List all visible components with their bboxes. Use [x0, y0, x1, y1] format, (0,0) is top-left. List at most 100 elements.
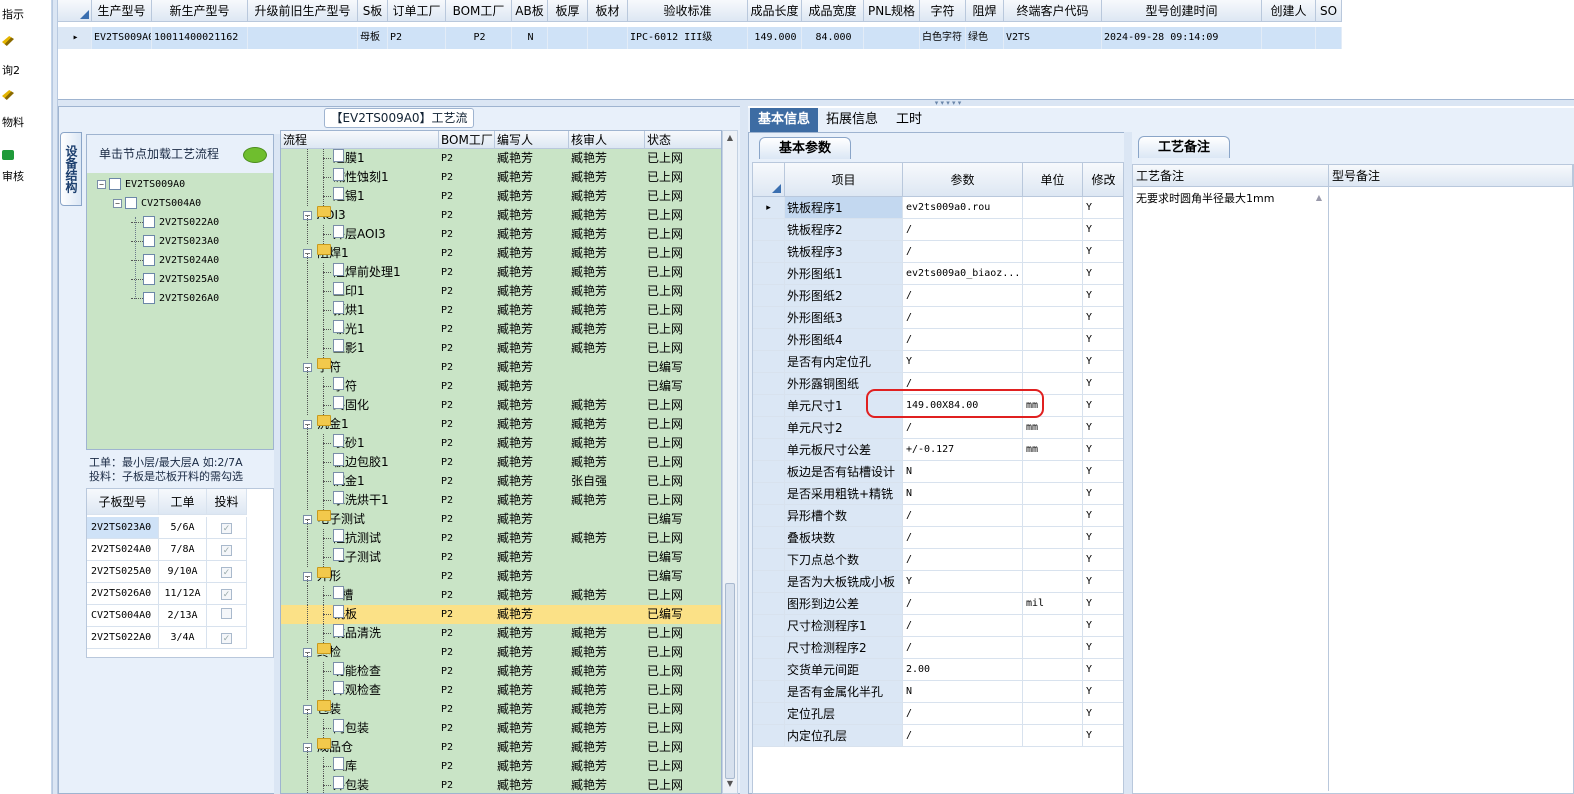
- step-name-cell[interactable]: 外形: [317, 567, 341, 586]
- reviewer[interactable]: 臧艳芳: [571, 776, 607, 793]
- table-cell[interactable]: [1316, 27, 1342, 49]
- param-modify[interactable]: Y: [1083, 659, 1123, 681]
- param-unit[interactable]: [1023, 725, 1083, 747]
- bom-factory[interactable]: P2: [441, 244, 453, 263]
- row-indicator[interactable]: [753, 549, 785, 571]
- param-row[interactable]: 铣板程序3/ Y: [753, 241, 1123, 263]
- row-indicator[interactable]: [753, 395, 785, 417]
- scroll-thumb[interactable]: [725, 583, 735, 779]
- param-modify[interactable]: Y: [1083, 725, 1123, 747]
- param-item[interactable]: 铣板程序2: [785, 219, 903, 241]
- tab-process-notes[interactable]: 工艺备注: [1138, 136, 1230, 158]
- column-header[interactable]: 编写人: [495, 131, 569, 148]
- writer[interactable]: 臧艳芳: [497, 624, 533, 643]
- right-splitter[interactable]: [740, 106, 748, 794]
- param-value[interactable]: N: [903, 461, 1023, 483]
- tree-node[interactable]: 2V2TS024A0: [131, 253, 219, 269]
- toolbar-item-query[interactable]: 询2: [0, 36, 52, 77]
- param-item[interactable]: 内定位孔层: [785, 725, 903, 747]
- work-order[interactable]: 3/4A: [159, 627, 207, 649]
- param-row[interactable]: 铣板程序2/ Y: [753, 219, 1123, 241]
- param-value[interactable]: /: [903, 725, 1023, 747]
- bom-factory[interactable]: P2: [441, 301, 453, 320]
- reviewer[interactable]: 张自强: [571, 472, 607, 491]
- reviewer[interactable]: 臧艳芳: [571, 301, 607, 320]
- column-header[interactable]: 板材: [588, 0, 628, 22]
- param-item[interactable]: 是否有内定位孔: [785, 351, 903, 373]
- bom-factory[interactable]: P2: [441, 662, 453, 681]
- param-unit[interactable]: [1023, 483, 1083, 505]
- reviewer[interactable]: 臧艳芳: [571, 681, 607, 700]
- feed-checkbox-cell[interactable]: ✓: [207, 583, 247, 605]
- node-checkbox[interactable]: [125, 197, 137, 209]
- table-cell[interactable]: 母板: [358, 27, 388, 49]
- param-row[interactable]: 外形图纸2/ Y: [753, 285, 1123, 307]
- sub-board-model[interactable]: 2V2TS026A0: [87, 583, 159, 605]
- feed-checkbox-cell[interactable]: ✓: [207, 539, 247, 561]
- flow-step-row[interactable]: 水洗烘干1 P2 臧艳芳 臧艳芳 已上网: [281, 491, 721, 510]
- param-unit[interactable]: [1023, 263, 1083, 285]
- flow-step-row[interactable]: 预烘1 P2 臧艳芳 臧艳芳 已上网: [281, 301, 721, 320]
- work-order[interactable]: 11/12A: [159, 583, 207, 605]
- step-name-cell[interactable]: 阻焊1: [317, 244, 349, 263]
- flow-step-row[interactable]: 显影1 P2 臧艳芳 臧艳芳 已上网: [281, 339, 721, 358]
- flow-step-row[interactable]: 成品清洗 P2 臧艳芳 臧艳芳 已上网: [281, 624, 721, 643]
- table-cell[interactable]: 149.000: [748, 27, 802, 49]
- bom-factory[interactable]: P2: [441, 605, 453, 624]
- column-header[interactable]: 子板型号: [87, 489, 159, 515]
- node-checkbox[interactable]: [109, 178, 121, 190]
- bom-factory[interactable]: P2: [441, 358, 453, 377]
- param-unit[interactable]: [1023, 659, 1083, 681]
- reviewer[interactable]: 臧艳芳: [571, 396, 607, 415]
- tab-basic-info[interactable]: 基本信息: [750, 108, 819, 132]
- status[interactable]: 已上网: [647, 472, 683, 491]
- bom-factory[interactable]: P2: [441, 282, 453, 301]
- param-modify[interactable]: Y: [1083, 285, 1123, 307]
- flow-step-row[interactable]: 外观检查 P2 臧艳芳 臧艳芳 已上网: [281, 681, 721, 700]
- row-indicator[interactable]: [753, 703, 785, 725]
- model-note-cell[interactable]: [1329, 187, 1573, 791]
- bom-factory[interactable]: P2: [441, 586, 453, 605]
- feed-checkbox-cell[interactable]: ✓: [207, 627, 247, 649]
- reviewer[interactable]: 臧艳芳: [571, 187, 607, 206]
- writer[interactable]: 臧艳芳: [497, 320, 533, 339]
- grid-corner[interactable]: [58, 0, 92, 22]
- param-row[interactable]: 单元板尺寸公差 +/-0.127 mm Y: [753, 439, 1123, 461]
- param-row[interactable]: 外形图纸3/ Y: [753, 307, 1123, 329]
- table-cell[interactable]: EV2TS009A0: [92, 27, 152, 49]
- flow-scrollbar[interactable]: ▲ ▼: [722, 130, 738, 794]
- param-item[interactable]: 铣板程序1: [785, 197, 903, 219]
- param-value[interactable]: 2.00: [903, 659, 1023, 681]
- flow-step-row[interactable]: 字符 P2 臧艳芳 已编写: [281, 377, 721, 396]
- param-unit[interactable]: [1023, 351, 1083, 373]
- param-modify[interactable]: Y: [1083, 527, 1123, 549]
- param-value[interactable]: /: [903, 219, 1023, 241]
- column-header[interactable]: 单位: [1023, 163, 1083, 197]
- row-indicator[interactable]: [753, 571, 785, 593]
- step-name-cell[interactable]: 水洗烘干1: [333, 491, 389, 510]
- writer[interactable]: 臧艳芳: [497, 244, 533, 263]
- status[interactable]: 已上网: [647, 206, 683, 225]
- bom-factory[interactable]: P2: [441, 225, 453, 244]
- reviewer[interactable]: 臧艳芳: [571, 738, 607, 757]
- writer[interactable]: 臧艳芳: [497, 757, 533, 776]
- param-unit[interactable]: [1023, 461, 1083, 483]
- param-modify[interactable]: Y: [1083, 351, 1123, 373]
- param-value[interactable]: N: [903, 483, 1023, 505]
- param-row[interactable]: 交货单元间距 2.00 Y: [753, 659, 1123, 681]
- param-unit[interactable]: [1023, 615, 1083, 637]
- step-name-cell[interactable]: 阻焊前处理1: [333, 263, 401, 282]
- reviewer[interactable]: 臧艳芳: [571, 149, 607, 168]
- param-modify[interactable]: Y: [1083, 571, 1123, 593]
- bom-factory[interactable]: P2: [441, 738, 453, 757]
- param-modify[interactable]: Y: [1083, 483, 1123, 505]
- step-name-cell[interactable]: 成品清洗: [333, 624, 381, 643]
- reviewer[interactable]: 臧艳芳: [571, 719, 607, 738]
- flow-step-row[interactable]: 曝光1 P2 臧艳芳 臧艳芳 已上网: [281, 320, 721, 339]
- column-header[interactable]: 成品长度: [748, 0, 802, 22]
- param-modify[interactable]: Y: [1083, 615, 1123, 637]
- writer[interactable]: 臧艳芳: [497, 301, 533, 320]
- status[interactable]: 已上网: [647, 282, 683, 301]
- writer[interactable]: 臧艳芳: [497, 225, 533, 244]
- flow-step-row[interactable]: 内包装 P2 臧艳芳 臧艳芳 已上网: [281, 719, 721, 738]
